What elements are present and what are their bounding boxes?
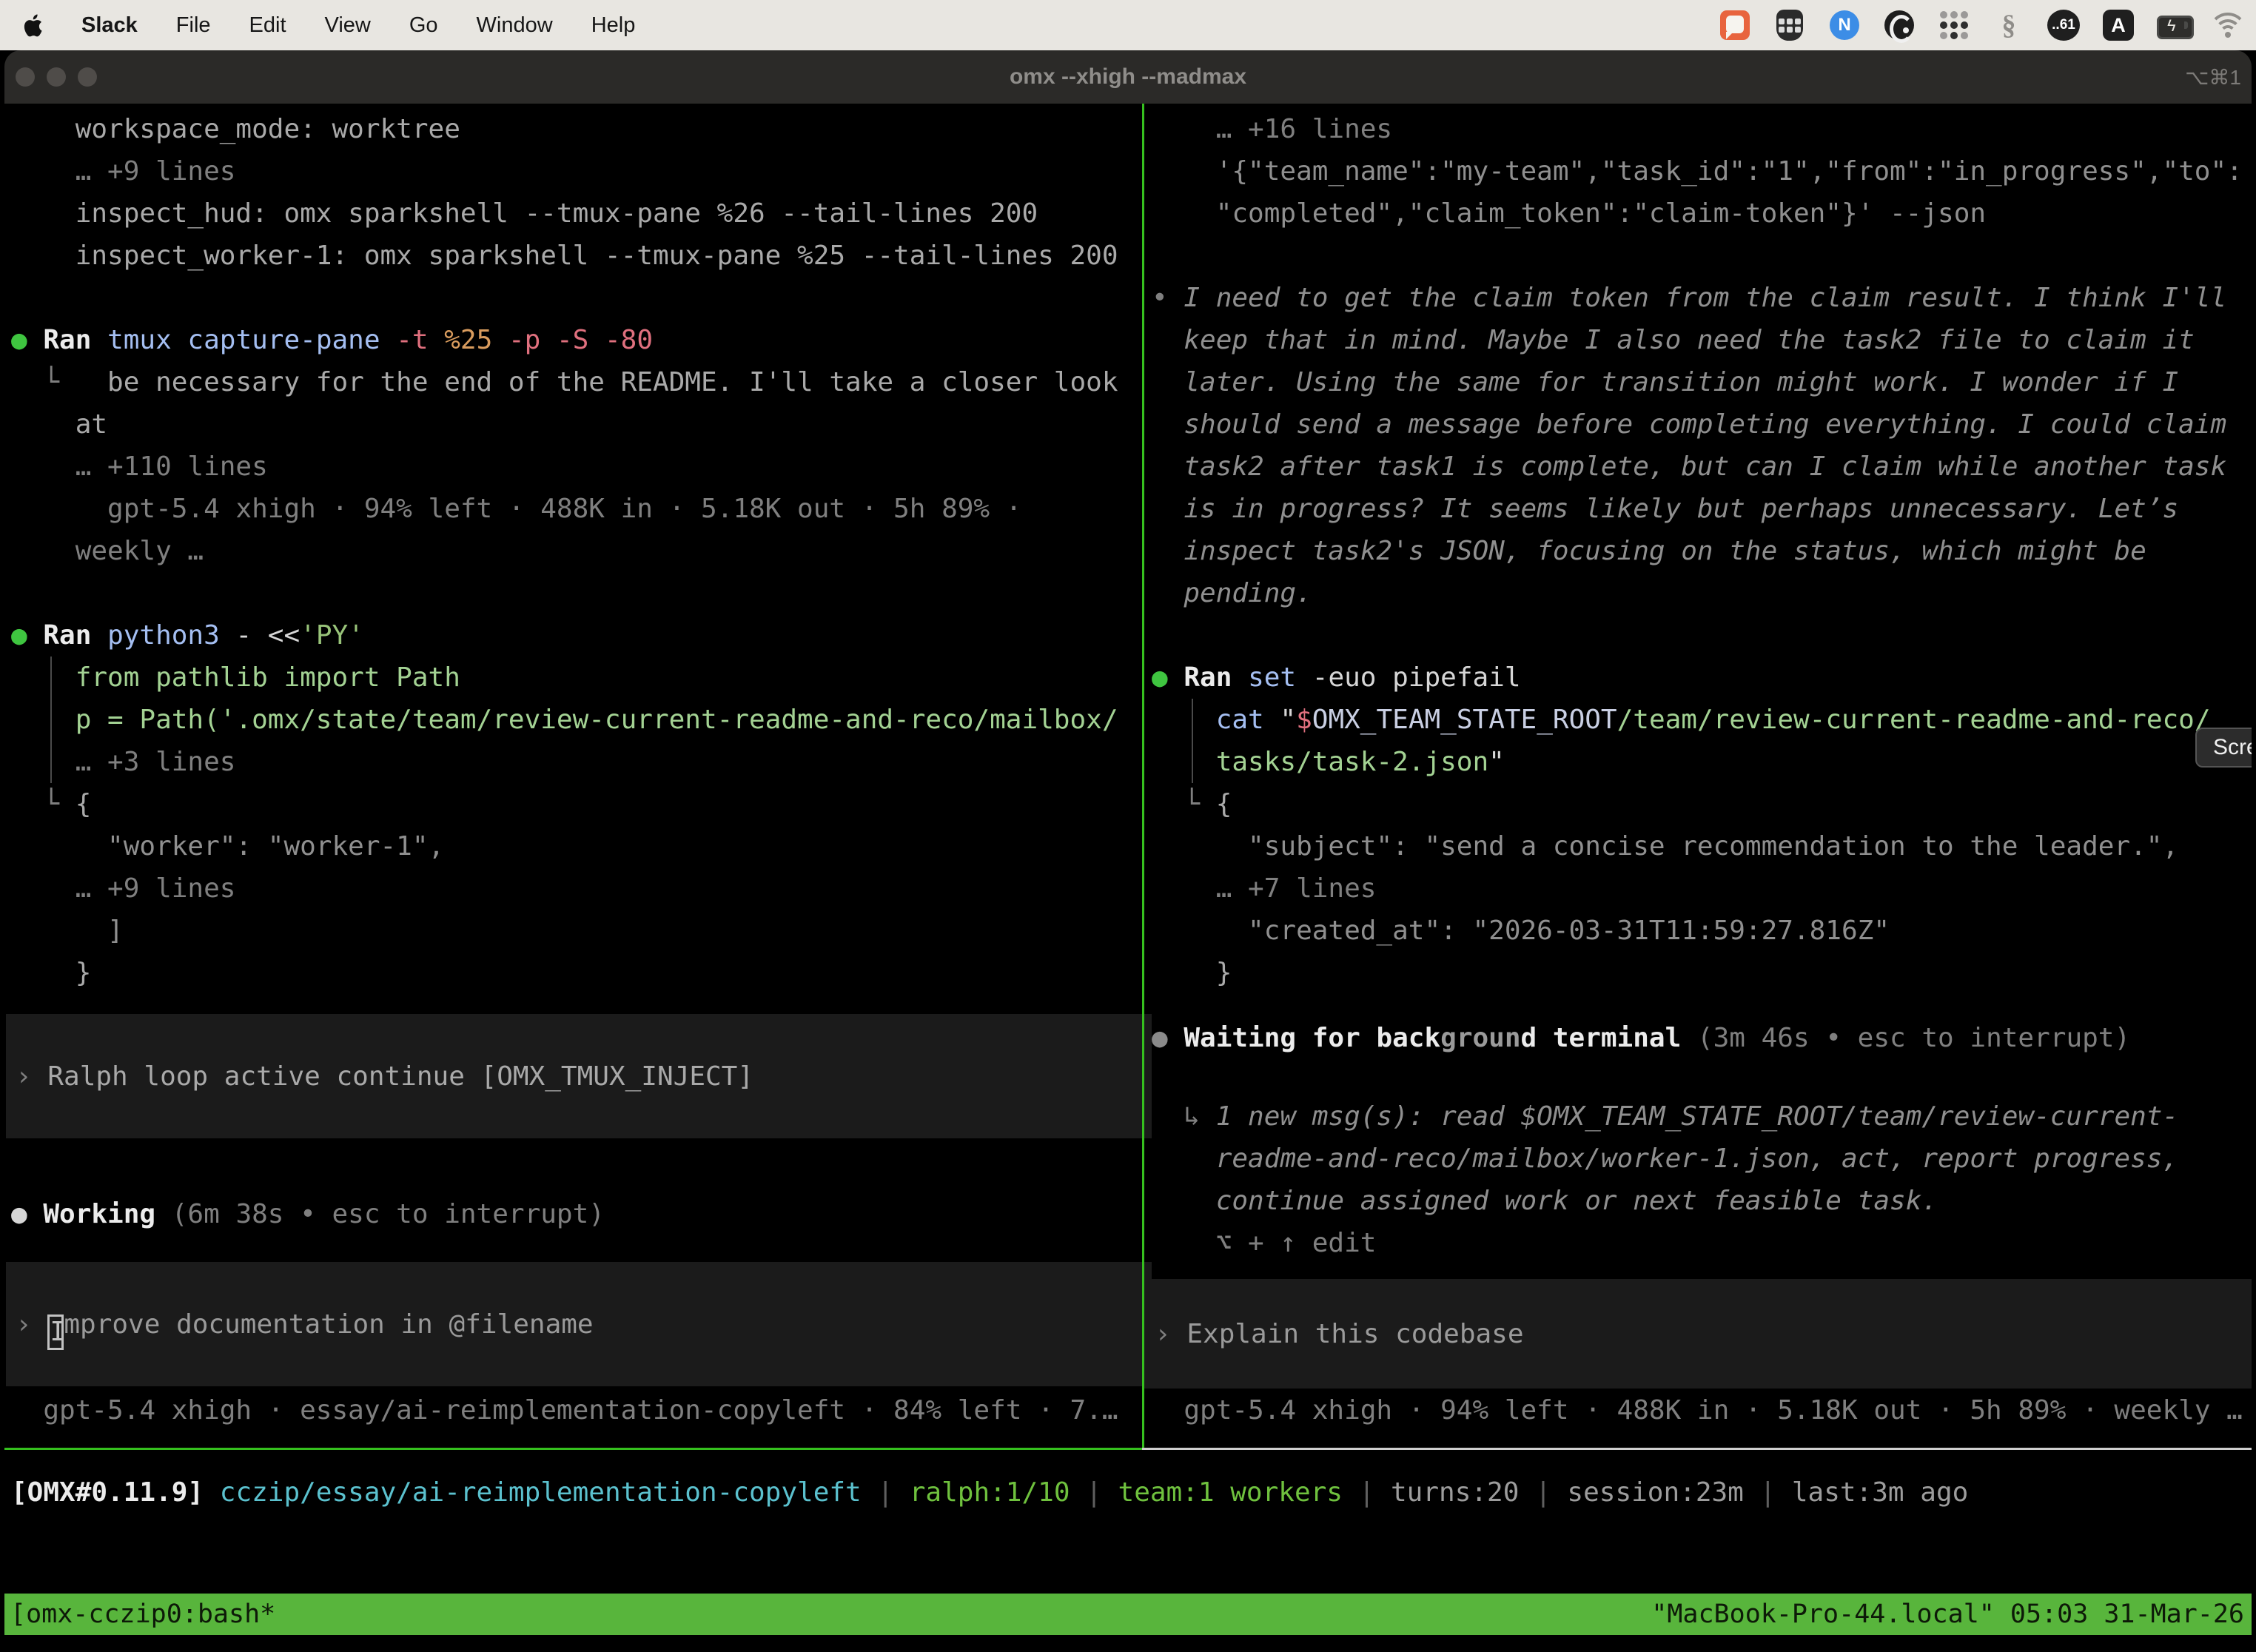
terminal-line: pending. <box>1152 572 2243 614</box>
terminal-line: ⌥ + ↑ edit <box>1152 1222 2178 1264</box>
prompt-placeholder: Explain this codebase <box>1186 1319 1523 1349</box>
terminal-line: … +110 lines <box>11 446 1118 488</box>
terminal-line <box>1152 235 2243 277</box>
tmux-pane-divider <box>1142 104 1144 1448</box>
text-cursor: I <box>47 1314 64 1350</box>
terminal-line: ● Ran tmux capture-pane -t %25 -p -S -80 <box>11 319 1118 361</box>
ralph-loop-banner: › Ralph loop active continue [OMX_TMUX_I… <box>6 1014 1152 1138</box>
terminal-line: inspect_hud: omx sparkshell --tmux-pane … <box>11 192 1118 235</box>
menu-item-edit[interactable]: Edit <box>249 13 286 38</box>
terminal-line: at <box>11 403 1118 446</box>
terminal-line: '{"team_name":"my-team","task_id":"1","f… <box>1152 150 2243 192</box>
terminal-line: should send a message before completing … <box>1152 403 2243 446</box>
prompt-chevron-icon: › <box>1155 1319 1186 1349</box>
menu-item-help[interactable]: Help <box>591 13 636 38</box>
right-terminal-pane[interactable]: … +16 lines '{"team_name":"my-team","tas… <box>1152 108 2243 994</box>
terminal-line: … +16 lines <box>1152 108 2243 150</box>
terminal-line: workspace_mode: worktree <box>11 108 1118 150</box>
terminal-line: weekly … <box>11 530 1118 572</box>
terminal-line: "created_at": "2026-03-31T11:59:27.816Z" <box>1152 910 2243 952</box>
menu-item-window[interactable]: Window <box>477 13 553 38</box>
output-connector-line <box>1192 699 1193 783</box>
terminal-line <box>1152 614 2243 657</box>
model-status-right: gpt-5.4 xhigh · 94% left · 488K in · 5.1… <box>1152 1389 2243 1431</box>
terminal-line: gpt-5.4 xhigh · essay/ai-reimplementatio… <box>11 1389 1118 1431</box>
tmux-session-label: [omx-cczip0:bash* <box>10 1594 275 1635</box>
terminal-line: tasks/task-2.json" <box>1152 741 2243 783</box>
terminal-line: "worker": "worker-1", <box>11 825 1118 867</box>
blue-circle-icon[interactable]: N <box>1828 9 1861 41</box>
working-status-line: ● Working (6m 38s • esc to interrupt) <box>11 1193 605 1235</box>
terminal-line: … +7 lines <box>1152 867 2243 910</box>
terminal-line: p = Path('.omx/state/team/review-current… <box>11 699 1118 741</box>
terminal-line: later. Using the same for transition mig… <box>1152 361 2243 403</box>
crescent-icon[interactable] <box>1883 9 1916 41</box>
terminal-line: keep that in mind. Maybe I also need the… <box>1152 319 2243 361</box>
terminal-line: … +9 lines <box>11 867 1118 910</box>
terminal-line: readme-and-reco/mailbox/worker-1.json, a… <box>1152 1138 2178 1180</box>
terminal-line: … +3 lines <box>11 741 1118 783</box>
prompt-input-left[interactable]: › Improve documentation in @filename <box>6 1262 1152 1386</box>
terminal-line: ● Working (6m 38s • esc to interrupt) <box>11 1193 605 1235</box>
terminal-line: inspect_worker-1: omx sparkshell --tmux-… <box>11 235 1118 277</box>
terminal-line: "subject": "send a concise recommendatio… <box>1152 825 2243 867</box>
terminal-line: ● Waiting for background terminal (3m 46… <box>1152 1017 2178 1059</box>
menu-item-go[interactable]: Go <box>409 13 438 38</box>
output-connector-line <box>50 657 52 783</box>
window-shortcut-badge: ⌥⌘1 <box>2185 50 2241 104</box>
menu-item-view[interactable]: View <box>325 13 371 38</box>
terminal-line: is in progress? It seems likely but perh… <box>1152 488 2243 530</box>
terminal-line: task2 after task1 is complete, but can I… <box>1152 446 2243 488</box>
terminal-line: inspect task2's JSON, focusing on the st… <box>1152 530 2243 572</box>
terminal-line: } <box>11 952 1118 994</box>
hook-icon[interactable]: § <box>1993 9 2025 41</box>
pane-bottom-border-right <box>1142 1448 2252 1450</box>
prompt-chevron-icon: › <box>16 1309 47 1340</box>
tmux-status-bar: [omx-cczip0:bash* "MacBook-Pro-44.local"… <box>4 1594 2252 1635</box>
terminal-line: ↳ 1 new msg(s): read $OMX_TEAM_STATE_ROO… <box>1152 1095 2178 1138</box>
grid-dots-icon[interactable] <box>1938 9 1970 41</box>
a-badge-icon[interactable]: A <box>2102 9 2135 41</box>
right-terminal-pane-lower[interactable]: ● Waiting for background terminal (3m 46… <box>1152 1017 2178 1264</box>
chat-app-icon[interactable] <box>1719 9 1751 41</box>
terminal-window[interactable]: omx --xhigh --madmax ⌥⌘1 workspace_mode:… <box>4 50 2252 1652</box>
terminal-line: gpt-5.4 xhigh · 94% left · 488K in · 5.1… <box>1152 1389 2243 1431</box>
terminal-line <box>11 572 1118 614</box>
terminal-line: [OMX#0.11.9] cczip/essay/ai-reimplementa… <box>11 1471 1968 1514</box>
terminal-line: } <box>1152 952 2243 994</box>
screen-tooltip: Scre <box>2195 728 2252 768</box>
terminal-line: "completed","claim_token":"claim-token"}… <box>1152 192 2243 235</box>
pane-bottom-border-left <box>4 1448 1142 1450</box>
terminal-line: gpt-5.4 xhigh · 94% left · 488K in · 5.1… <box>11 488 1118 530</box>
wifi-icon[interactable] <box>2212 9 2244 41</box>
menubar: Slack File Edit View Go Window Help N § … <box>0 0 2256 50</box>
window-titlebar[interactable]: omx --xhigh --madmax ⌥⌘1 <box>4 50 2252 104</box>
terminal-line: • I need to get the claim token from the… <box>1152 277 2243 319</box>
terminal-line: from pathlib import Path <box>11 657 1118 699</box>
terminal-line: continue assigned work or next feasible … <box>1152 1180 2178 1222</box>
menubar-app-name[interactable]: Slack <box>81 13 138 38</box>
terminal-line: └ be necessary for the end of the README… <box>11 361 1118 403</box>
shield-grid-icon[interactable] <box>1773 9 1806 41</box>
terminal-line: cat "$OMX_TEAM_STATE_ROOT/team/review-cu… <box>1152 699 2243 741</box>
prompt-placeholder: mprove documentation in @filename <box>64 1309 593 1340</box>
terminal-line: ● Ran set -euo pipefail <box>1152 657 2243 699</box>
window-title: omx --xhigh --madmax <box>4 50 2252 104</box>
terminal-line: └ { <box>1152 783 2243 825</box>
terminal-line <box>11 277 1118 319</box>
terminal-line: ] <box>11 910 1118 952</box>
menu-item-file[interactable]: File <box>176 13 211 38</box>
terminal-line: └ { <box>11 783 1118 825</box>
terminal-line: › Ralph loop active continue [OMX_TMUX_I… <box>16 1055 753 1098</box>
model-status-left: gpt-5.4 xhigh · essay/ai-reimplementatio… <box>11 1389 1118 1431</box>
terminal-line: ● Ran python3 - <<'PY' <box>11 614 1118 657</box>
prompt-input-right[interactable]: › Explain this codebase <box>1144 1279 2252 1389</box>
count-badge-icon[interactable]: ..61 <box>2047 9 2080 41</box>
apple-menu-icon[interactable] <box>22 13 43 38</box>
tmux-host-clock: "MacBook-Pro-44.local" 05:03 31-Mar-26 <box>1651 1594 2244 1635</box>
battery-icon[interactable]: ϟ <box>2157 9 2189 41</box>
left-terminal-pane[interactable]: workspace_mode: worktree … +9 lines insp… <box>11 108 1118 994</box>
omx-status-line: [OMX#0.11.9] cczip/essay/ai-reimplementa… <box>11 1471 1968 1514</box>
terminal-line: … +9 lines <box>11 150 1118 192</box>
